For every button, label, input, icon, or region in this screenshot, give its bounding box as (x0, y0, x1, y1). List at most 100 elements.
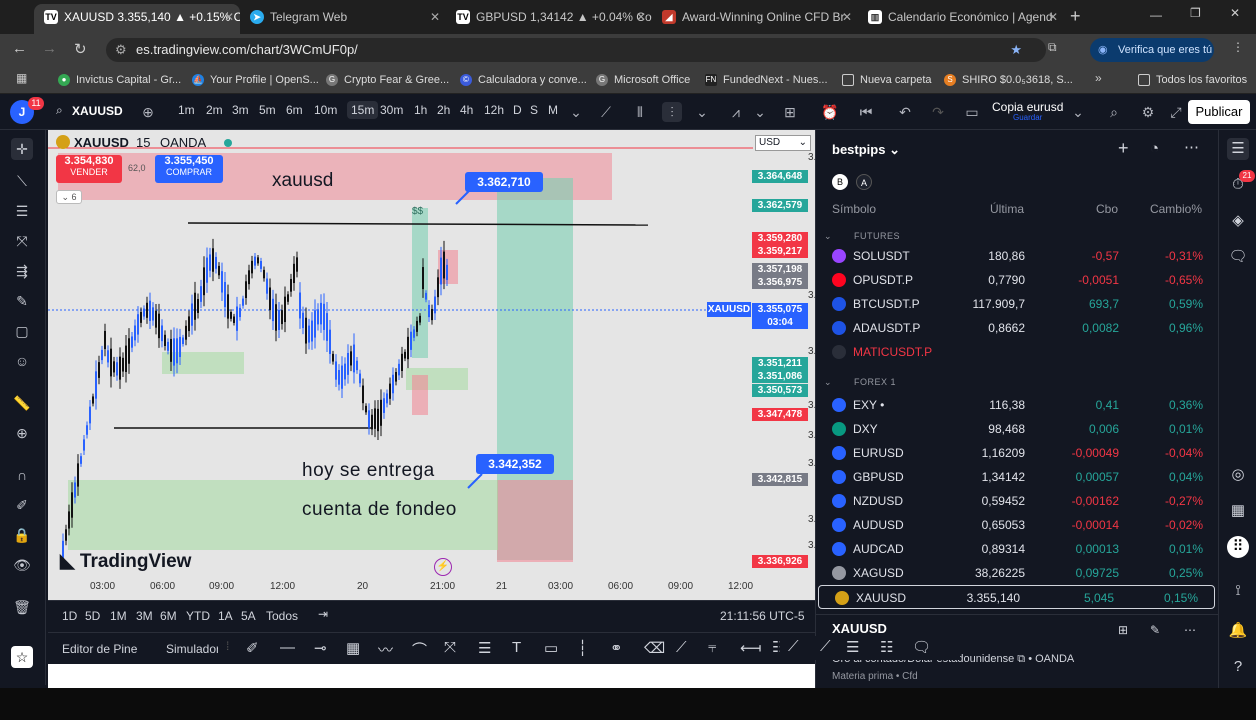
browser-tab-xauusd[interactable]: TV XAUUSD 3.355,140 ▲ +0.15% C ✕ (34, 4, 240, 34)
extensions-icon[interactable]: ⧉ (1048, 40, 1057, 55)
watchlist-icon[interactable]: ☰ (1227, 138, 1249, 160)
text-note-line2[interactable]: cuenta de fondeo (302, 499, 457, 521)
currency-selector[interactable]: USD ⌄ (755, 135, 811, 151)
advanced-view-icon[interactable]: ◔ (1150, 140, 1159, 157)
watchlist-row[interactable]: SOLUSDT 180,86 -0,57 -0,31% (816, 244, 1219, 268)
indicators-collapse[interactable]: ⌄ 6 (56, 190, 82, 204)
horizontal-line-icon[interactable]: — (280, 639, 295, 656)
range-3m[interactable]: 3M (136, 609, 153, 623)
timeframe-M[interactable]: M (548, 103, 558, 117)
browser-tab-gbpusd[interactable]: TV GBPUSD 1,34142 ▲ +0.04% Co ✕ (446, 4, 652, 34)
feed-icon[interactable]: ⟟ (1227, 580, 1249, 602)
range-ytd[interactable]: YTD (186, 609, 210, 623)
price-callout-bottom[interactable]: 3.342,352 (476, 454, 554, 474)
brush-icon[interactable]: ✐ (246, 639, 259, 657)
publish-button[interactable]: Publicar (1188, 100, 1250, 124)
timeframe-D[interactable]: D (513, 103, 522, 117)
ray-tool-icon[interactable]: ⟋ (820, 638, 831, 655)
minimize-icon[interactable]: — (1150, 8, 1162, 22)
close-tab-icon[interactable]: ✕ (1048, 4, 1058, 30)
timeframe-S[interactable]: S (530, 103, 538, 117)
red-block-2[interactable] (412, 375, 428, 415)
detail-symbol[interactable]: XAUUSD (832, 621, 887, 633)
forward-icon[interactable]: → (42, 40, 57, 57)
layout-name-button[interactable]: Copia eurusd (992, 100, 1063, 114)
chevron-down-icon[interactable]: ⌄ (692, 102, 712, 122)
section-forex[interactable]: FOREX 1 (854, 377, 896, 387)
apps-grid-icon[interactable]: ▦ (16, 71, 27, 85)
edit-icon[interactable]: ✎ (1150, 623, 1160, 637)
bookmark-opensea[interactable]: ⛵ Your Profile | OpenS... (192, 71, 319, 89)
section-futures[interactable]: FUTURES (854, 231, 900, 241)
add-symbol-icon[interactable]: + (1118, 138, 1129, 159)
bookmark-calculadora[interactable]: © Calculadora y conve... (460, 71, 587, 89)
trend-line-icon[interactable]: ⟍ (11, 170, 33, 192)
help-icon[interactable]: ? (1227, 656, 1249, 678)
text-tool-icon[interactable]: ▢ (11, 320, 33, 342)
curve-icon[interactable]: ⌒ (412, 639, 427, 660)
target-icon[interactable]: ◎ (1227, 464, 1249, 486)
watchlist-row[interactable]: GBPUSD 1,34142 0,00057 0,04% (816, 465, 1219, 489)
pattern-icon[interactable]: ⤧ (11, 230, 33, 252)
chart-canvas[interactable]: XAUUSD 15 OANDA 3.354,830 VENDER 62,0 3.… (48, 130, 815, 600)
comment-icon[interactable]: 🗨 (912, 638, 931, 656)
bookmark-shiro[interactable]: S SHIRO $0.0₅3618, S... (944, 71, 1073, 89)
range-1a[interactable]: 1A (218, 609, 233, 623)
path-icon[interactable]: 〰 (378, 639, 393, 660)
long-position-loss[interactable] (497, 480, 573, 562)
url-field[interactable]: ⚙ es.tradingview.com/chart/3WCmUF0p/ ★ (106, 38, 1046, 62)
grid-icon[interactable]: ▦ (346, 639, 360, 657)
watchlist-row[interactable]: EURUSD 1,16209 -0,00049 -0,04% (816, 441, 1219, 465)
price-callout-top[interactable]: 3.362,710 (465, 172, 543, 192)
fib-icon[interactable]: ☰ (11, 200, 33, 222)
list-icon[interactable]: ☷ (880, 638, 893, 656)
avatar-a[interactable]: A (856, 174, 872, 190)
timeframe-4h[interactable]: 4h (460, 103, 473, 117)
notifications-bell-icon[interactable]: 🔔 (1227, 620, 1249, 642)
layout-box-icon[interactable]: ▭ (962, 102, 982, 122)
range-todos[interactable]: Todos (266, 609, 298, 623)
channel-icon[interactable]: ☰ (846, 638, 859, 656)
timeframe-3m[interactable]: 3m (232, 103, 249, 117)
pine-editor-area[interactable] (48, 664, 815, 688)
more-options-icon[interactable]: ⋯ (1184, 138, 1199, 156)
bookmark-folder[interactable]: Nueva carpeta (842, 71, 932, 89)
timeframe-2h[interactable]: 2h (437, 103, 450, 117)
back-icon[interactable]: ← (12, 40, 27, 57)
timeframe-1m[interactable]: 1m (178, 103, 195, 117)
close-tab-icon[interactable]: ✕ (842, 4, 852, 30)
column-change-pct[interactable]: Cambio% (1150, 202, 1202, 216)
watchlist-row[interactable]: MATICUSDT.P (816, 340, 1219, 364)
text-note-line1[interactable]: hoy se entrega (302, 460, 435, 482)
emoji-icon[interactable]: ☺ (11, 350, 33, 372)
line-tool-icon[interactable]: ⟋ (788, 638, 799, 655)
arrow-icon[interactable]: ⟻ (740, 639, 762, 657)
close-tab-icon[interactable]: ✕ (430, 4, 440, 30)
range-5a[interactable]: 5A (241, 609, 256, 623)
watchlist-row[interactable]: ADAUSDT.P 0,8662 0,0082 0,96% (816, 316, 1219, 340)
browser-tab-telegram[interactable]: ➤ Telegram Web ✕ (240, 4, 446, 34)
search-icon[interactable]: ⌕ (1104, 102, 1124, 122)
chat-icon[interactable]: 🗨 (1227, 246, 1249, 268)
timeframe-6m[interactable]: 6m (286, 103, 303, 117)
timeframe-12h[interactable]: 12h (484, 103, 504, 117)
column-symbol[interactable]: Símbolo (832, 202, 876, 216)
apps-dots-icon[interactable]: ⠿ (1227, 536, 1249, 558)
eraser-icon[interactable]: ⌫ (644, 639, 665, 657)
close-tab-icon[interactable]: ✕ (224, 4, 234, 30)
redo-icon[interactable]: ↷ (928, 102, 948, 122)
chevron-down-icon[interactable]: ⌄ (750, 102, 770, 122)
pattern-icon[interactable]: ⤧ (444, 639, 456, 656)
chevron-down-icon[interactable]: ⌄ (824, 231, 832, 242)
watchlist-row[interactable]: NZDUSD 0,59452 -0,00162 -0,27% (816, 489, 1219, 513)
chevron-down-icon[interactable]: ⌄ (1068, 102, 1088, 122)
zoom-icon[interactable]: ⊕ (11, 422, 33, 444)
text-icon[interactable]: T (512, 639, 521, 656)
bars-icon[interactable]: ⫶ (662, 102, 682, 122)
range-1m[interactable]: 1M (110, 609, 127, 623)
watchlist-row[interactable]: AUDCAD 0,89314 0,00013 0,01% (816, 537, 1219, 561)
watchlist-row[interactable]: BTCUSDT.P 117.909,7 693,7 0,59% (816, 292, 1219, 316)
layouts-icon[interactable]: ⊞ (780, 102, 800, 122)
avatar-b[interactable]: B (832, 174, 848, 190)
brush-icon[interactable]: ✎ (11, 290, 33, 312)
